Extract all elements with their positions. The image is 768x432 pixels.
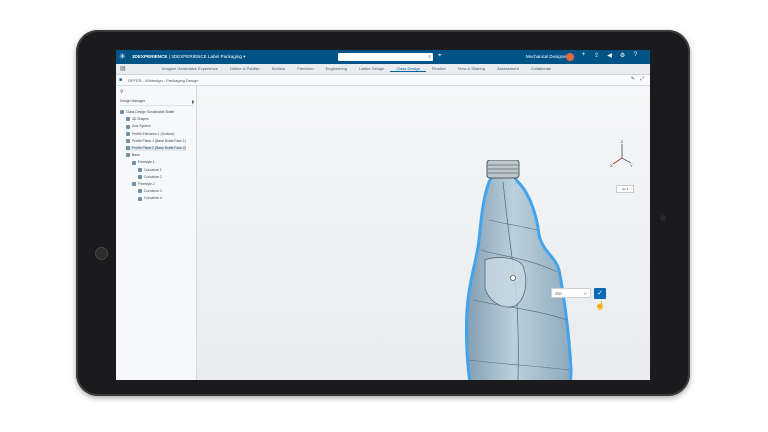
tree-node-label: Class Design Sustainable Bottle [126, 110, 175, 114]
expand-icon[interactable]: ⤢ [640, 76, 644, 82]
tree-node[interactable]: Base [126, 153, 140, 158]
tree-node[interactable]: Freestyle.1 [132, 160, 155, 165]
search-icon[interactable]: ⌕ [428, 53, 431, 61]
tree-node-label: Base [132, 153, 140, 158]
value-input[interactable]: 250 [555, 291, 562, 296]
value-input-box[interactable]: 250 ✕ [551, 288, 591, 298]
tag-icon[interactable]: ⌖ [438, 53, 441, 60]
app-brand[interactable]: 3DEXPERIENCE | 3DEXPERIENCE Label Packag… [132, 54, 246, 60]
manipulator-point[interactable] [510, 275, 516, 281]
tree-node-icon [126, 138, 130, 143]
tree-node[interactable]: Class Design Sustainable Bottle [120, 110, 174, 115]
tree-node-label: Axis System [132, 124, 151, 129]
tree-node-icon [132, 182, 136, 187]
tree-node-label: Profile Plane.2 (Base Bottle Face.2) [132, 146, 186, 150]
design-tree-panel: ⚲ Design Manager ▮ Class Design Sustaina… [116, 86, 197, 380]
compass-logo-icon[interactable]: ✳ [119, 52, 129, 62]
user-name[interactable]: Mechanical Designer [526, 54, 567, 59]
tree-node-label: Profile Extrusion.1 (Surface) [132, 131, 175, 136]
tab-class-design[interactable]: Class Design [390, 66, 426, 72]
ribbon-menu-icon[interactable]: ▤ [120, 65, 126, 72]
tree-node-icon [126, 131, 130, 136]
document-controls: ✎ ⤢ [631, 76, 644, 82]
tree-node-icon [126, 153, 130, 158]
tree-header-label: Design Manager [120, 99, 145, 103]
tab-define-publish[interactable]: Define & Publish [224, 66, 266, 72]
tree-node-icon [132, 160, 136, 165]
tree-node-icon [138, 196, 142, 201]
tree-node-label: Curvature.2 [144, 174, 162, 179]
search-input[interactable] [338, 53, 426, 61]
communicate-icon[interactable]: ◀ [605, 52, 614, 59]
tree-node-label: Profile Plane.1 (Base Bottle Face.1) [132, 138, 186, 143]
top-bar: ✳ 3DEXPERIENCE | 3DEXPERIENCE Label Pack… [116, 50, 650, 64]
tab-freeform[interactable]: Freeform [291, 66, 319, 72]
hand-cursor-icon: ☝ [595, 301, 605, 310]
tree-node-icon [126, 146, 130, 151]
tree-node-label: Curvature.3 [144, 189, 162, 194]
tab-view-sharing[interactable]: View & Sharing [452, 66, 491, 72]
tree-node-label: 3D Shapes [132, 117, 149, 122]
camera-dot [660, 215, 666, 221]
view-selector[interactable]: Iso ▾ [616, 185, 634, 193]
brand-rest: | 3DEXPERIENCE Label Packaging [167, 54, 242, 59]
tree-header: Design Manager ▮ [120, 99, 194, 106]
tab-finalize[interactable]: Finalize [426, 66, 452, 72]
document-icon: ■ [119, 77, 123, 83]
tab-surface[interactable]: Surface [266, 66, 292, 72]
axis-y-label: Y [630, 163, 633, 168]
axis-z-label: Z [621, 139, 624, 144]
tab-collaborate[interactable]: Collaborate [525, 66, 557, 72]
tree-node-icon [138, 174, 142, 179]
tree-node[interactable]: 3D Shapes [126, 117, 149, 122]
ribbon: ▤ Imagine Generative Experience Define & … [116, 64, 650, 75]
clear-icon[interactable]: ✕ [584, 289, 587, 299]
tree-node-label: Curvature.1 [144, 167, 162, 172]
tree-node[interactable]: Curvature.4 [138, 196, 162, 201]
document-title: OFFER - Whitesign - Packaging Design [128, 78, 199, 83]
pin-icon[interactable]: ✎ [631, 76, 635, 82]
tab-assessment[interactable]: Assessment [491, 66, 525, 72]
compass-axis-icon[interactable]: Z Y X [610, 138, 634, 168]
share-icon[interactable]: ⇪ [592, 52, 601, 59]
top-bar-icons: + ⇪ ◀ ⚙ ? [579, 52, 640, 59]
tree-collapse-icon[interactable]: ▮ [192, 99, 194, 104]
help-icon[interactable]: ? [631, 52, 640, 59]
tree-node-icon [138, 189, 142, 194]
tree-node-label: Freestyle.2 [138, 182, 155, 186]
app-screen: ✳ 3DEXPERIENCE | 3DEXPERIENCE Label Pack… [116, 50, 650, 380]
tree-node[interactable]: Freestyle.2 [132, 182, 155, 187]
tree-node[interactable]: Curvature.2 [138, 175, 162, 180]
tools-icon[interactable]: ⚙ [618, 52, 627, 59]
view-selector-label: Iso [621, 187, 626, 191]
tree-node[interactable]: Axis System [126, 124, 151, 129]
tree-node[interactable]: Curvature.3 [138, 189, 162, 194]
tree-node[interactable]: Profile Plane.2 (Base Bottle Face.2) [126, 146, 186, 151]
tree-node-icon [126, 124, 130, 129]
check-icon: ✓ [597, 290, 603, 297]
tree-node-label: Curvature.4 [144, 196, 162, 201]
document-bar: ■ OFFER - Whitesign - Packaging Design ✎… [116, 75, 650, 86]
axis-x-label: X [610, 163, 613, 168]
brand-bold: 3DEXPERIENCE [132, 54, 168, 59]
tree-node-icon [138, 167, 142, 172]
tree-node[interactable]: Profile Plane.1 (Base Bottle Face.1) [126, 139, 186, 144]
avatar[interactable] [566, 53, 574, 61]
tree-node-label: Freestyle.1 [138, 160, 155, 165]
tab-engineering[interactable]: Engineering [320, 66, 353, 72]
ribbon-tabs: Imagine Generative Experience Define & Pu… [156, 66, 557, 72]
tree-node-icon [120, 110, 124, 115]
bottle-3d-model[interactable] [459, 160, 599, 380]
tree-node[interactable]: Profile Extrusion.1 (Surface) [126, 132, 174, 137]
tab-imagine-generative-experience[interactable]: Imagine Generative Experience [156, 66, 224, 72]
search-box: ⌕ [338, 53, 433, 61]
filter-icon[interactable]: ⚲ [120, 89, 124, 95]
tab-lattice-design[interactable]: Lattice Design [353, 66, 390, 72]
tree-node[interactable]: Curvature.1 [138, 168, 162, 173]
confirm-button[interactable]: ✓ [594, 288, 606, 299]
tree-node-icon [126, 117, 130, 122]
home-button[interactable] [95, 247, 108, 260]
add-icon[interactable]: + [579, 52, 588, 59]
